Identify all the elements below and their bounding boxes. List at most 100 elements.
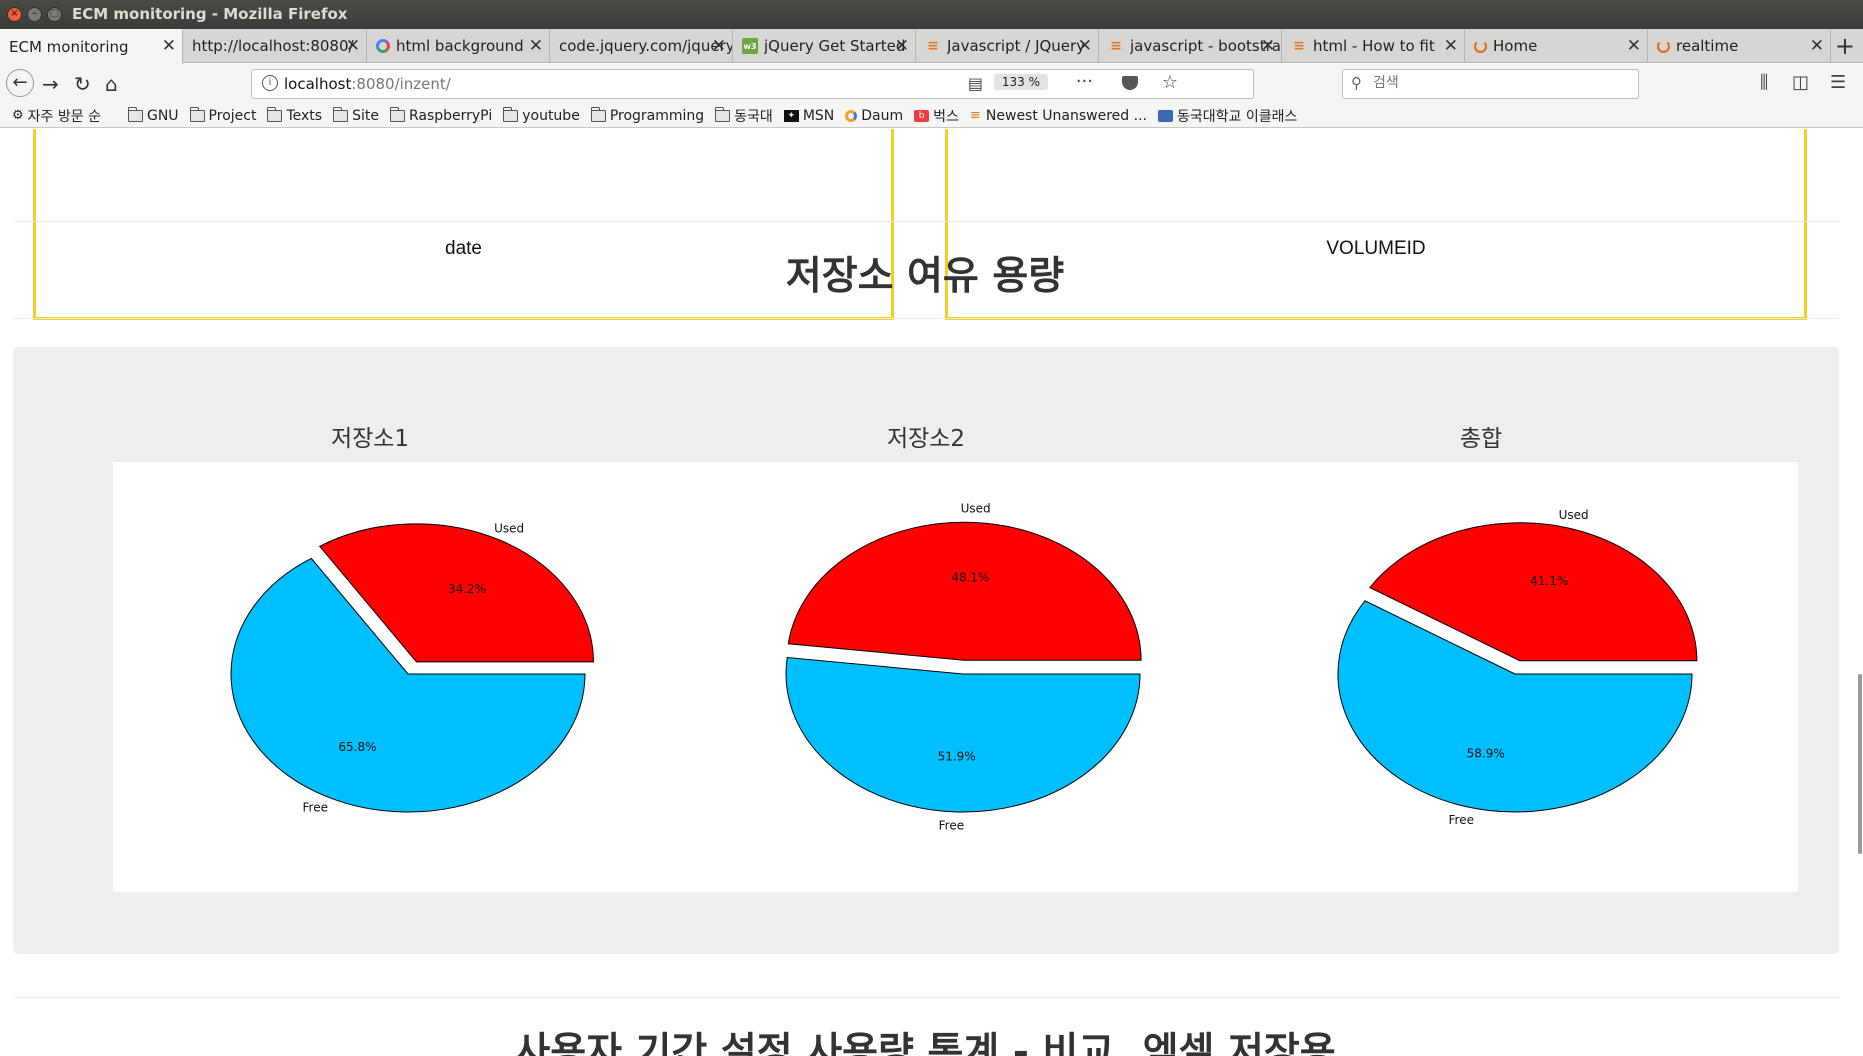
tab-close-icon[interactable]: ✕: [1806, 36, 1824, 56]
bookmark-newest-unanswered[interactable]: ≡ Newest Unanswered ...: [970, 108, 1147, 124]
tab-ecm-monitoring[interactable]: ECM monitoring ✕: [0, 29, 183, 64]
msn-icon: ✦: [783, 109, 799, 122]
pie-percent-label: 51.9%: [938, 750, 976, 764]
bookmark-folder-texts[interactable]: Texts: [267, 106, 322, 124]
tab-label: ECM monitoring: [9, 37, 129, 56]
home-icon[interactable]: ⌂: [105, 72, 118, 96]
bookmark-label: Daum: [861, 107, 904, 124]
tab-javascript-bootstrap[interactable]: ≡ javascript - bootstrap ✕: [1099, 29, 1282, 63]
bookmark-label: 동국대학교 이클래스: [1176, 108, 1298, 125]
bookmarks-toolbar: ⚙ 자주 방문 순 GNU Project Texts Site Raspberr…: [0, 104, 1863, 128]
chart-title-storage2: 저장소2: [886, 426, 966, 452]
bookmark-folder-project[interactable]: Project: [189, 106, 257, 124]
bookmark-label: Project: [208, 107, 257, 124]
bookmark-label: Newest Unanswered ...: [985, 107, 1147, 124]
pocket-icon[interactable]: [1122, 76, 1138, 90]
reader-view-icon[interactable]: ▤: [968, 74, 983, 93]
folder-icon: [189, 106, 205, 122]
bookmark-folder-gnu[interactable]: GNU: [127, 106, 179, 124]
bookmark-folder-site[interactable]: Site: [333, 106, 379, 124]
tab-localhost[interactable]: http://localhost:8080/ ✕: [183, 29, 367, 63]
bookmark-msn[interactable]: ✦ MSN: [783, 107, 835, 124]
tab-close-icon[interactable]: ✕: [1074, 36, 1092, 56]
pie-category-label: Free: [939, 819, 964, 833]
bookmark-bugs[interactable]: b 벅스: [914, 106, 959, 126]
sidebar-toggle-icon[interactable]: ◫: [1792, 72, 1809, 93]
bookmark-label: 자주 방문 순: [27, 108, 101, 125]
bookmark-label: Programming: [609, 107, 705, 124]
pie-category-label: Used: [1559, 508, 1589, 522]
bookmark-folder-raspberrypi[interactable]: RaspberryPi: [389, 106, 493, 124]
bookmark-label: youtube: [522, 107, 580, 124]
tab-code-jquery[interactable]: code.jquery.com/jquery ✕: [550, 29, 733, 63]
url-bar[interactable]: i localhost:8080/inzent/ ▤ 133 % ··· ☆: [251, 69, 1254, 99]
tab-close-icon[interactable]: ✕: [157, 36, 176, 56]
tab-close-icon[interactable]: ✕: [342, 36, 360, 56]
search-icon: ⚲: [1351, 74, 1362, 92]
tab-close-icon[interactable]: ✕: [1623, 36, 1641, 56]
search-input[interactable]: [1373, 75, 1623, 91]
window-title: ECM monitoring - Mozilla Firefox: [72, 5, 348, 23]
tab-close-icon[interactable]: ✕: [891, 36, 909, 56]
tab-html-background[interactable]: html background ✕: [367, 29, 550, 63]
reload-icon[interactable]: ↻: [74, 72, 91, 96]
tab-home[interactable]: Home ✕: [1465, 29, 1648, 63]
page-actions-more-icon[interactable]: ···: [1076, 71, 1093, 92]
window-controls: × – □: [7, 7, 62, 22]
pie-slice-used: [787, 521, 1142, 661]
tab-jquery-get-started[interactable]: w3 jQuery Get Started ✕: [733, 29, 916, 63]
bookmark-daum[interactable]: Daum: [845, 108, 903, 124]
library-icon[interactable]: ⫼: [1760, 72, 1768, 93]
folder-icon: [127, 106, 143, 122]
bookmark-label: RaspberryPi: [408, 107, 493, 124]
bookmark-most-visited[interactable]: ⚙ 자주 방문 순: [12, 106, 101, 126]
folder-icon: [590, 106, 606, 122]
pie-percent-label: 65.8%: [338, 740, 376, 754]
stackoverflow-icon: ≡: [969, 107, 981, 123]
folder-icon: [715, 106, 731, 122]
new-tab-plus-icon[interactable]: +: [1835, 32, 1855, 60]
url-text[interactable]: localhost:8080/inzent/: [284, 75, 451, 93]
search-bar[interactable]: ⚲: [1342, 69, 1639, 99]
bookmark-folder-youtube[interactable]: youtube: [503, 106, 580, 124]
window-close-button[interactable]: ×: [7, 7, 22, 22]
pie-slice-free: [785, 657, 1141, 813]
scrollbar-thumb[interactable]: [1858, 674, 1862, 854]
google-icon: [376, 39, 390, 53]
url-path: :8080/inzent/: [351, 75, 451, 93]
folder-icon: [503, 106, 519, 122]
pie-category-label: Used: [961, 502, 991, 516]
window-maximize-button[interactable]: □: [47, 7, 62, 22]
stackoverflow-icon: ≡: [1293, 38, 1305, 54]
bookmark-folder-programming[interactable]: Programming: [590, 106, 705, 124]
pie-percent-label: 48.1%: [951, 571, 989, 585]
bookmark-dongguk-eclass[interactable]: 동국대학교 이클래스: [1157, 106, 1298, 126]
page-scrollbar[interactable]: [1855, 129, 1863, 1056]
bookmark-star-icon[interactable]: ☆: [1162, 72, 1178, 93]
daum-icon: [845, 109, 858, 122]
page-content: date VOLUMEID 저장소 여유 용량 저장소1 저장소2 총합 34.…: [0, 129, 1863, 1056]
window-minimize-button[interactable]: –: [27, 7, 42, 22]
gear-icon: ⚙: [12, 108, 24, 123]
tab-close-icon[interactable]: ✕: [1257, 36, 1275, 56]
tab-close-icon[interactable]: ✕: [708, 36, 726, 56]
tab-javascript-jquery[interactable]: ≡ Javascript / JQuery ✕: [916, 29, 1099, 63]
bookmark-label: MSN: [802, 107, 835, 124]
dgu-icon: [1157, 109, 1173, 122]
back-arrow-icon[interactable]: ←: [6, 69, 34, 97]
tab-realtime[interactable]: realtime ✕: [1648, 29, 1831, 63]
folder-icon: [333, 106, 349, 122]
bookmark-folder-dongguk[interactable]: 동국대: [715, 106, 773, 126]
divider: [13, 997, 1839, 998]
site-info-icon[interactable]: i: [262, 75, 278, 91]
zoom-level-badge[interactable]: 133 %: [993, 74, 1048, 90]
pie-percent-label: 41.1%: [1530, 574, 1568, 588]
pie-category-label: Used: [494, 521, 524, 535]
tab-close-icon[interactable]: ✕: [1440, 36, 1458, 56]
tab-html-how-to-fit[interactable]: ≡ html - How to fit ✕: [1282, 29, 1465, 63]
hamburger-menu-icon[interactable]: ☰: [1830, 72, 1846, 93]
tab-close-icon[interactable]: ✕: [525, 36, 543, 56]
next-section-title: 사용자 기간 설정 사용량 통계 - 비교, 엑셀 저장용: [514, 1030, 1336, 1056]
divider: [13, 318, 1839, 319]
forward-arrow-icon[interactable]: →: [42, 72, 59, 96]
